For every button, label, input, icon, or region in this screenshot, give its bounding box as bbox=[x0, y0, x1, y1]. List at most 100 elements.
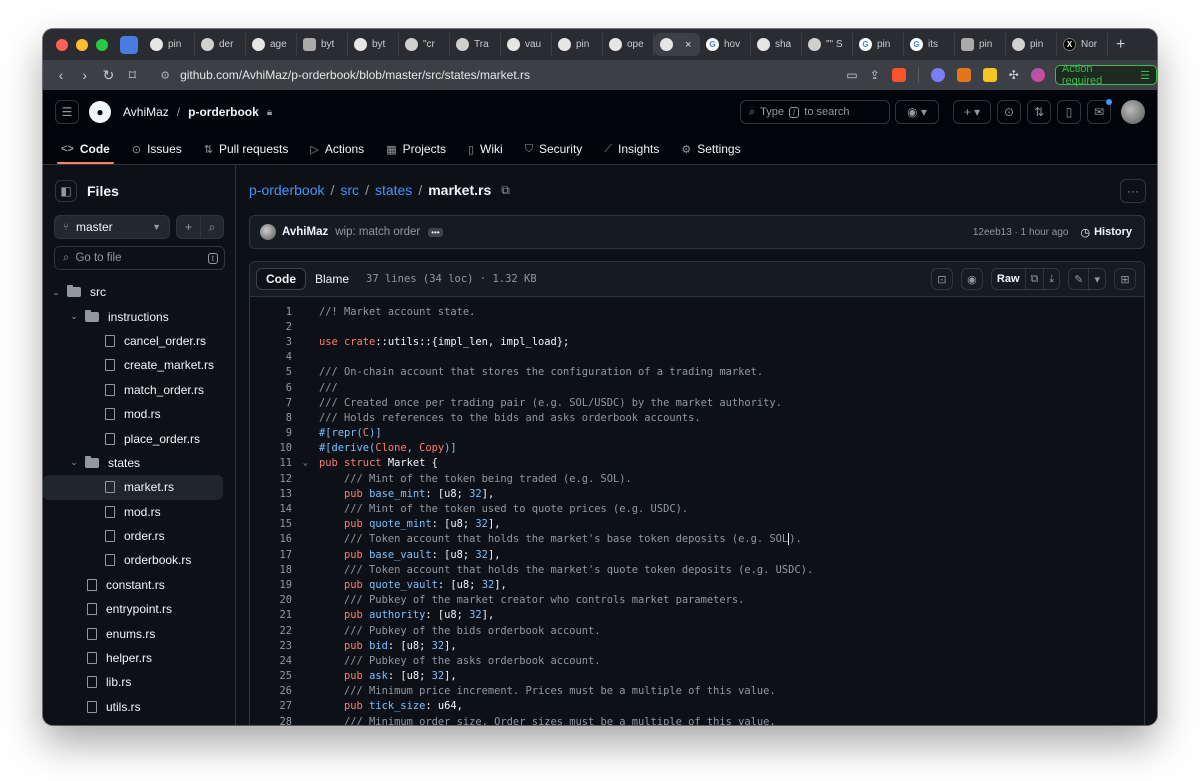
cast-icon[interactable]: ▭ bbox=[846, 68, 857, 82]
add-file-icon[interactable]: + bbox=[177, 216, 200, 238]
line-number[interactable]: 26 bbox=[250, 685, 292, 697]
extension-icon[interactable] bbox=[930, 68, 945, 82]
copilot-icon[interactable]: ◉ bbox=[960, 268, 983, 290]
tree-file[interactable]: utils.rs bbox=[43, 695, 235, 719]
tree-file[interactable]: cancel_order.rs bbox=[43, 329, 235, 353]
browser-tab[interactable]: byt bbox=[297, 33, 348, 56]
tab-insights[interactable]: ⟋ Insights bbox=[604, 134, 659, 164]
hamburger-menu-button[interactable]: ☰ bbox=[55, 100, 79, 124]
address-bar[interactable]: ⚙ github.com/AvhiMaz/p-orderbook/blob/ma… bbox=[152, 64, 846, 86]
close-tab-icon[interactable]: × bbox=[685, 39, 691, 51]
tab-pull-requests[interactable]: ⇅ Pull requests bbox=[204, 134, 289, 164]
commit-message[interactable]: wip: match order bbox=[335, 226, 420, 238]
line-number[interactable]: 27 bbox=[250, 700, 292, 712]
chevron-down-icon[interactable]: ⌄ bbox=[67, 457, 81, 468]
tab-code[interactable]: <> Code bbox=[57, 134, 114, 164]
line-number[interactable]: 4 bbox=[250, 351, 292, 363]
browser-tab[interactable]: X Nor bbox=[1057, 33, 1108, 56]
commit-expand-button[interactable]: ••• bbox=[428, 227, 443, 237]
tree-file[interactable]: order.rs bbox=[43, 524, 235, 548]
line-number[interactable]: 14 bbox=[250, 503, 292, 515]
action-required-button[interactable]: Action required ☰ bbox=[1054, 63, 1157, 87]
tree-file[interactable]: mod.rs bbox=[43, 500, 235, 524]
owner-link[interactable]: AvhiMaz bbox=[123, 105, 169, 119]
line-number[interactable]: 21 bbox=[250, 609, 292, 621]
browser-tab[interactable]: byt bbox=[348, 33, 399, 56]
minimize-window-button[interactable] bbox=[76, 38, 88, 51]
line-number[interactable]: 23 bbox=[250, 640, 292, 652]
inbox-icon[interactable]: ✉ bbox=[1087, 99, 1112, 124]
breadcrumb-src[interactable]: src bbox=[340, 182, 359, 198]
browser-tab[interactable]: Tra bbox=[450, 33, 501, 56]
tab-security[interactable]: ⛉ Security bbox=[525, 134, 583, 164]
symbols-icon[interactable]: ⊡ bbox=[930, 268, 953, 290]
browser-tab[interactable]: pin bbox=[552, 33, 603, 56]
tree-file[interactable]: enums.rs bbox=[43, 621, 235, 645]
browser-tab[interactable]: "" S bbox=[802, 33, 853, 56]
line-number[interactable]: 20 bbox=[250, 594, 292, 606]
browser-tab[interactable]: × bbox=[654, 33, 700, 56]
metamask-icon[interactable] bbox=[956, 68, 971, 82]
tab-wiki[interactable]: ▯ Wiki bbox=[468, 134, 503, 164]
maximize-window-button[interactable] bbox=[96, 38, 108, 51]
tree-file[interactable]: match_order.rs bbox=[43, 378, 235, 402]
line-number[interactable]: 12 bbox=[250, 473, 292, 485]
tree-file[interactable]: mod.rs bbox=[43, 402, 235, 426]
copy-path-icon[interactable]: ⧉ bbox=[501, 183, 510, 198]
user-avatar[interactable] bbox=[1121, 100, 1145, 124]
line-number[interactable]: 25 bbox=[250, 670, 292, 682]
line-number[interactable]: 13 bbox=[250, 488, 292, 500]
breadcrumb-repo[interactable]: p-orderbook bbox=[249, 182, 325, 198]
browser-tab[interactable]: Ghov bbox=[700, 33, 751, 56]
tab-blame[interactable]: Blame bbox=[306, 268, 358, 290]
line-number[interactable]: 28 bbox=[250, 716, 292, 725]
fold-chevron-icon[interactable]: ⌄ bbox=[292, 458, 319, 468]
profile-extension-icon[interactable] bbox=[1030, 68, 1045, 82]
pull-requests-icon[interactable]: ⇅ bbox=[1027, 100, 1051, 124]
line-number[interactable]: 16 bbox=[250, 533, 292, 545]
tab-code[interactable]: Code bbox=[256, 268, 306, 290]
back-button[interactable]: ‹ bbox=[49, 67, 73, 83]
go-to-file-input[interactable]: ⌕ Go to file t bbox=[54, 246, 225, 270]
history-button[interactable]: ◷ History bbox=[1080, 226, 1132, 239]
line-number[interactable]: 8 bbox=[250, 412, 292, 424]
line-number[interactable]: 3 bbox=[250, 336, 292, 348]
download-icon[interactable]: ⤓ bbox=[1043, 269, 1059, 289]
copy-icon[interactable]: ⧉ bbox=[1024, 269, 1044, 289]
issues-icon[interactable]: ⊙ bbox=[997, 100, 1021, 124]
tree-file[interactable]: helper.rs bbox=[43, 646, 235, 670]
chevron-down-icon[interactable]: ▾ bbox=[1088, 269, 1105, 289]
line-number[interactable]: 1 bbox=[250, 306, 292, 318]
tree-file[interactable]: constant.rs bbox=[43, 573, 235, 597]
symbols-panel-icon[interactable]: ⊞ bbox=[1114, 268, 1136, 290]
create-new-button[interactable]: + ▾ bbox=[953, 100, 991, 124]
breadcrumb-states[interactable]: states bbox=[375, 182, 412, 198]
line-number[interactable]: 22 bbox=[250, 625, 292, 637]
extensions-puzzle-icon[interactable]: ✣ bbox=[1009, 68, 1019, 82]
tab-settings[interactable]: ⚙ Settings bbox=[681, 134, 740, 164]
commit-meta[interactable]: 12eeb13 · 1 hour ago bbox=[973, 227, 1069, 238]
tab-projects[interactable]: ▦ Projects bbox=[386, 134, 446, 164]
copilot-button[interactable]: ◉ ▾ bbox=[895, 100, 939, 124]
browser-tab[interactable]: pin bbox=[955, 33, 1006, 56]
share-icon[interactable]: ⇪ bbox=[870, 68, 880, 82]
bookmark-icon[interactable]: ⌑ bbox=[120, 67, 144, 84]
more-options-button[interactable]: ··· bbox=[1120, 179, 1146, 203]
line-number[interactable]: 19 bbox=[250, 579, 292, 591]
tab-issues[interactable]: ⊙ Issues bbox=[132, 134, 182, 164]
browser-tab[interactable]: sha bbox=[751, 33, 802, 56]
forward-button[interactable]: › bbox=[73, 67, 97, 83]
tree-file[interactable]: entrypoint.rs bbox=[43, 597, 235, 621]
line-number[interactable]: 10 bbox=[250, 442, 292, 454]
line-number[interactable]: 15 bbox=[250, 518, 292, 530]
repo-link[interactable]: p-orderbook bbox=[188, 105, 259, 119]
tree-file[interactable]: orderbook.rs bbox=[43, 548, 235, 572]
line-number[interactable]: 17 bbox=[250, 549, 292, 561]
tree-file[interactable]: create_market.rs bbox=[43, 353, 235, 377]
close-window-button[interactable] bbox=[56, 38, 68, 51]
tree-folder[interactable]: ⌄ src bbox=[43, 280, 235, 304]
line-number[interactable]: 18 bbox=[250, 564, 292, 576]
browser-tab[interactable]: age bbox=[246, 33, 297, 56]
browser-tab[interactable]: "cr bbox=[399, 33, 450, 56]
site-settings-icon[interactable]: ⚙ bbox=[160, 69, 170, 82]
